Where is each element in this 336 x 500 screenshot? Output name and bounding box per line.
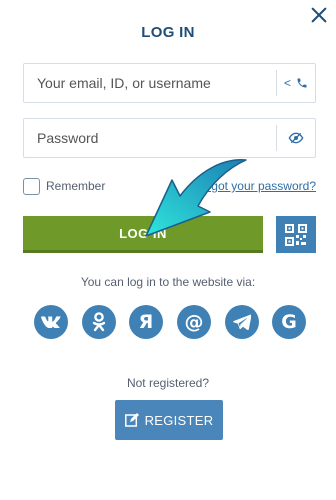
not-registered-text: Not registered? (126, 376, 210, 390)
email-login-button[interactable]: @ (177, 305, 211, 339)
remember-checkbox[interactable] (23, 177, 40, 195)
email-field-container: < (23, 63, 316, 103)
email-input[interactable] (24, 64, 276, 102)
vk-login-button[interactable] (34, 305, 68, 339)
login-dialog: LOG IN < Remember Forgot your password? … (0, 0, 336, 500)
password-input[interactable] (24, 119, 276, 157)
remember-me[interactable]: Remember (23, 177, 105, 195)
remember-label: Remember (46, 179, 106, 193)
at-icon: @ (184, 311, 204, 333)
password-field-container (23, 118, 316, 158)
social-login-list: Я @ G (32, 305, 308, 341)
dialog-title: LOG IN (141, 24, 195, 41)
qr-code-icon (285, 223, 307, 246)
forgot-password-link[interactable]: Forgot your password? (193, 179, 316, 193)
odnoklassniki-login-button[interactable] (82, 305, 116, 339)
toggle-password-visibility[interactable] (277, 119, 315, 157)
phone-icon (297, 78, 307, 88)
telegram-icon (233, 314, 251, 330)
telegram-login-button[interactable] (225, 305, 259, 339)
eye-slash-icon (288, 132, 304, 144)
yandex-login-button[interactable]: Я (129, 305, 163, 339)
login-button[interactable]: LOG IN (23, 216, 263, 253)
register-button[interactable]: REGISTER (115, 400, 223, 440)
close-icon[interactable] (310, 6, 328, 24)
register-label: REGISTER (144, 412, 214, 428)
vk-icon (41, 316, 61, 328)
qr-login-button[interactable] (276, 216, 316, 253)
edit-icon (124, 413, 139, 427)
phone-login-toggle[interactable]: < (277, 64, 315, 102)
chevron-left-icon: < (283, 76, 291, 90)
yandex-icon: Я (138, 311, 154, 333)
social-login-text: You can log in to the website via: (80, 275, 256, 289)
odnoklassniki-icon (92, 312, 106, 332)
google-login-button[interactable]: G (272, 305, 306, 339)
google-icon: G (281, 311, 297, 333)
